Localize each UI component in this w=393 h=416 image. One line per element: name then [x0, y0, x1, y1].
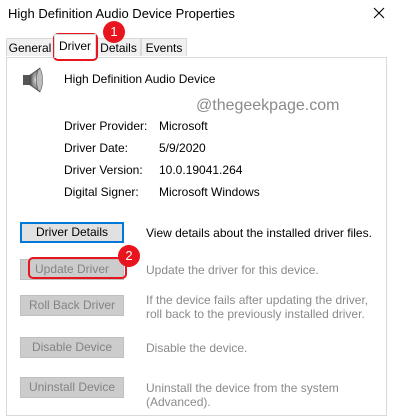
- driver-version-value: 10.0.19041.264: [159, 163, 243, 177]
- uninstall-device-description: Uninstall the device from the system (Ad…: [146, 381, 339, 409]
- update-driver-highlight: [28, 257, 127, 279]
- update-driver-description: Update the driver for this device.: [146, 263, 319, 277]
- tab-driver[interactable]: Driver: [54, 34, 96, 58]
- roll-back-driver-description: If the device fails after updating the d…: [146, 293, 369, 321]
- driver-date-value: 5/9/2020: [159, 141, 206, 155]
- annotation-badge-2: 2: [118, 245, 140, 267]
- driver-version-label: Driver Version:: [64, 163, 143, 177]
- driver-details-description: View details about the installed driver …: [146, 226, 372, 240]
- roll-back-driver-button[interactable]: Roll Back Driver: [20, 295, 124, 316]
- driver-date-label: Driver Date:: [64, 141, 129, 155]
- close-button[interactable]: [366, 2, 392, 24]
- watermark: @thegeekpage.com: [196, 97, 340, 114]
- annotation-badge-1: 1: [103, 21, 125, 43]
- speaker-icon: [22, 67, 44, 93]
- device-name: High Definition Audio Device: [64, 72, 216, 86]
- tab-events[interactable]: Events: [141, 38, 187, 56]
- disable-device-button[interactable]: Disable Device: [20, 337, 124, 358]
- driver-provider-label: Driver Provider:: [64, 119, 148, 133]
- uninstall-device-button[interactable]: Uninstall Device: [20, 377, 124, 398]
- tab-general[interactable]: General: [6, 38, 54, 56]
- disable-device-description: Disable the device.: [146, 341, 248, 355]
- driver-details-button[interactable]: Driver Details: [20, 222, 124, 243]
- close-icon: [373, 7, 385, 19]
- window-title: High Definition Audio Device Properties: [8, 6, 235, 21]
- driver-provider-value: Microsoft: [159, 119, 208, 133]
- digital-signer-label: Digital Signer:: [64, 185, 139, 199]
- tab-strip: General Driver Details Events: [0, 32, 393, 58]
- digital-signer-value: Microsoft Windows: [159, 185, 260, 199]
